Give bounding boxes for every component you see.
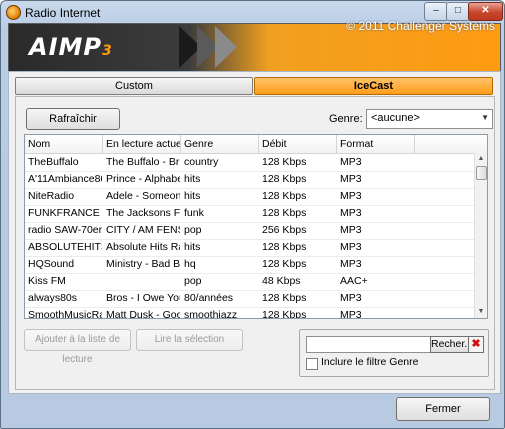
table-cell: 128 Kbps xyxy=(262,173,307,185)
stations-table: Nom En lecture actuell... Genre Débit Fo… xyxy=(24,134,488,319)
table-cell: TheBuffalo xyxy=(28,156,79,168)
table-cell: funk xyxy=(184,207,204,219)
column-header-genre[interactable]: Genre xyxy=(181,135,259,153)
table-cell: radio SAW-70er xyxy=(28,224,102,236)
table-cell: MP3 xyxy=(340,258,362,270)
table-cell: A'11Ambiance80 xyxy=(28,173,102,185)
table-cell: hits xyxy=(184,190,201,202)
table-row[interactable]: always80s Bros - I Owe You... 80/années 128… xyxy=(25,290,475,308)
window-title: Radio Internet xyxy=(25,6,101,20)
logo-text: AIMP xyxy=(29,33,102,61)
table-cell: Adele - Someone... xyxy=(106,190,180,202)
table-row[interactable]: SmoothMusicRadio Matt Dusk - Goo... smooth… xyxy=(25,307,475,319)
table-row[interactable]: NiteRadio Adele - Someone... hits 128 Kbps M… xyxy=(25,188,475,206)
table-cell: NiteRadio xyxy=(28,190,75,202)
table-cell: ABSOLUTEHITS xyxy=(28,241,102,253)
table-cell: HQSound xyxy=(28,258,75,270)
table-row[interactable]: Kiss FM pop 48 Kbps AAC+ xyxy=(25,273,475,291)
table-cell: 128 Kbps xyxy=(262,309,307,319)
logo-version: 3 xyxy=(101,43,113,59)
table-row[interactable]: FUNKFRANCE The Jacksons Fiv... funk 128 Kbp… xyxy=(25,205,475,223)
table-cell: hq xyxy=(184,258,196,270)
genre-select-value: <aucune> xyxy=(371,112,420,124)
table-cell: Kiss FM xyxy=(28,275,66,287)
table-cell: 256 Kbps xyxy=(262,224,307,236)
vertical-scrollbar[interactable]: ▲ ▼ xyxy=(474,153,487,318)
table-cell: FUNKFRANCE xyxy=(28,207,100,219)
table-cell: pop xyxy=(184,275,202,287)
search-input[interactable] xyxy=(306,336,431,353)
chevron-down-icon: ▼ xyxy=(481,113,489,122)
main-panel: Custom IceCast Rafraîchir Genre: <aucune… xyxy=(8,71,501,394)
table-cell: MP3 xyxy=(340,224,362,236)
table-cell: Ministry - Bad Bl... xyxy=(106,258,180,270)
column-header-now-playing[interactable]: En lecture actuell... xyxy=(103,135,181,153)
table-cell: Matt Dusk - Goo... xyxy=(106,309,180,319)
scroll-thumb[interactable] xyxy=(476,166,487,180)
table-cell: 128 Kbps xyxy=(262,258,307,270)
table-cell: Absolute Hits Ra... xyxy=(106,241,180,253)
table-cell: always80s xyxy=(28,292,78,304)
table-cell: pop xyxy=(184,224,202,236)
close-button[interactable]: Fermer xyxy=(396,397,490,421)
footer: Fermer xyxy=(8,393,499,423)
table-cell: 128 Kbps xyxy=(262,292,307,304)
table-cell xyxy=(103,273,180,290)
table-cell: The Buffalo - Bri... xyxy=(106,156,180,168)
search-button[interactable]: Recher... xyxy=(430,336,473,353)
table-row[interactable]: radio SAW-70er CITY / AM FENS... pop 256 Kb… xyxy=(25,222,475,240)
chevron-decoration-icon xyxy=(215,26,237,68)
table-header: Nom En lecture actuell... Genre Débit Fo… xyxy=(25,135,487,154)
table-cell: Prince - Alphabe... xyxy=(106,173,180,185)
table-cell: MP3 xyxy=(340,292,362,304)
table-cell: 48 Kbps xyxy=(262,275,301,287)
table-cell: 128 Kbps xyxy=(262,207,307,219)
table-cell: CITY / AM FENS... xyxy=(106,224,180,236)
table-cell: MP3 xyxy=(340,207,362,219)
icecast-page: Rafraîchir Genre: <aucune> ▼ Nom En lect… xyxy=(15,96,495,390)
genre-select[interactable]: <aucune> ▼ xyxy=(366,109,493,129)
radio-internet-window: Radio Internet – □ ✕ AIMP3 Custom IceCas… xyxy=(0,0,505,429)
table-cell: MP3 xyxy=(340,190,362,202)
table-row[interactable]: ABSOLUTEHITS Absolute Hits Ra... hits 128 K… xyxy=(25,239,475,257)
table-cell: MP3 xyxy=(340,241,362,253)
copyright-text: © 2011 Challenger Systems xyxy=(346,19,495,33)
tab-icecast[interactable]: IceCast xyxy=(254,77,493,95)
table-cell: 128 Kbps xyxy=(262,190,307,202)
table-cell: 128 Kbps xyxy=(262,241,307,253)
table-cell: country xyxy=(184,156,219,168)
table-cell: Bros - I Owe You... xyxy=(106,292,180,304)
table-cell: SmoothMusicRadio xyxy=(28,309,102,319)
aimp-logo: AIMP3 xyxy=(29,33,113,61)
refresh-button[interactable]: Rafraîchir xyxy=(26,108,120,130)
table-cell: The Jacksons Fiv... xyxy=(106,207,180,219)
column-header-name[interactable]: Nom xyxy=(25,135,103,153)
clear-search-icon[interactable]: ✖ xyxy=(468,336,484,353)
table-cell: MP3 xyxy=(340,156,362,168)
table-cell: smoothjazz xyxy=(184,309,238,319)
column-header-format[interactable]: Format xyxy=(337,135,415,153)
add-to-playlist-button[interactable]: Ajouter à la liste de lecture xyxy=(24,329,131,365)
include-genre-checkbox[interactable] xyxy=(306,358,318,370)
table-row[interactable]: TheBuffalo The Buffalo - Bri... country 128… xyxy=(25,154,475,172)
table-cell: MP3 xyxy=(340,309,362,319)
column-header-bitrate[interactable]: Débit xyxy=(259,135,337,153)
table-cell: hits xyxy=(184,241,201,253)
table-row[interactable]: HQSound Ministry - Bad Bl... hq 128 Kbps MP3 xyxy=(25,256,475,274)
search-box: Recher... ✖ Inclure le filtre Genre xyxy=(299,329,489,377)
table-cell: 128 Kbps xyxy=(262,156,307,168)
table-cell: 80/années xyxy=(184,292,234,304)
tab-custom[interactable]: Custom xyxy=(15,77,253,95)
scroll-down-icon[interactable]: ▼ xyxy=(475,306,487,318)
genre-label: Genre: xyxy=(329,113,363,125)
table-cell: hits xyxy=(184,173,201,185)
play-selection-button[interactable]: Lire la sélection xyxy=(136,329,243,351)
table-row[interactable]: A'11Ambiance80 Prince - Alphabe... hits 128… xyxy=(25,171,475,189)
include-genre-label: Inclure le filtre Genre xyxy=(321,356,419,368)
table-cell: AAC+ xyxy=(340,275,368,287)
table-cell: MP3 xyxy=(340,173,362,185)
aimp-app-icon xyxy=(6,5,21,20)
scroll-up-icon[interactable]: ▲ xyxy=(475,153,487,165)
